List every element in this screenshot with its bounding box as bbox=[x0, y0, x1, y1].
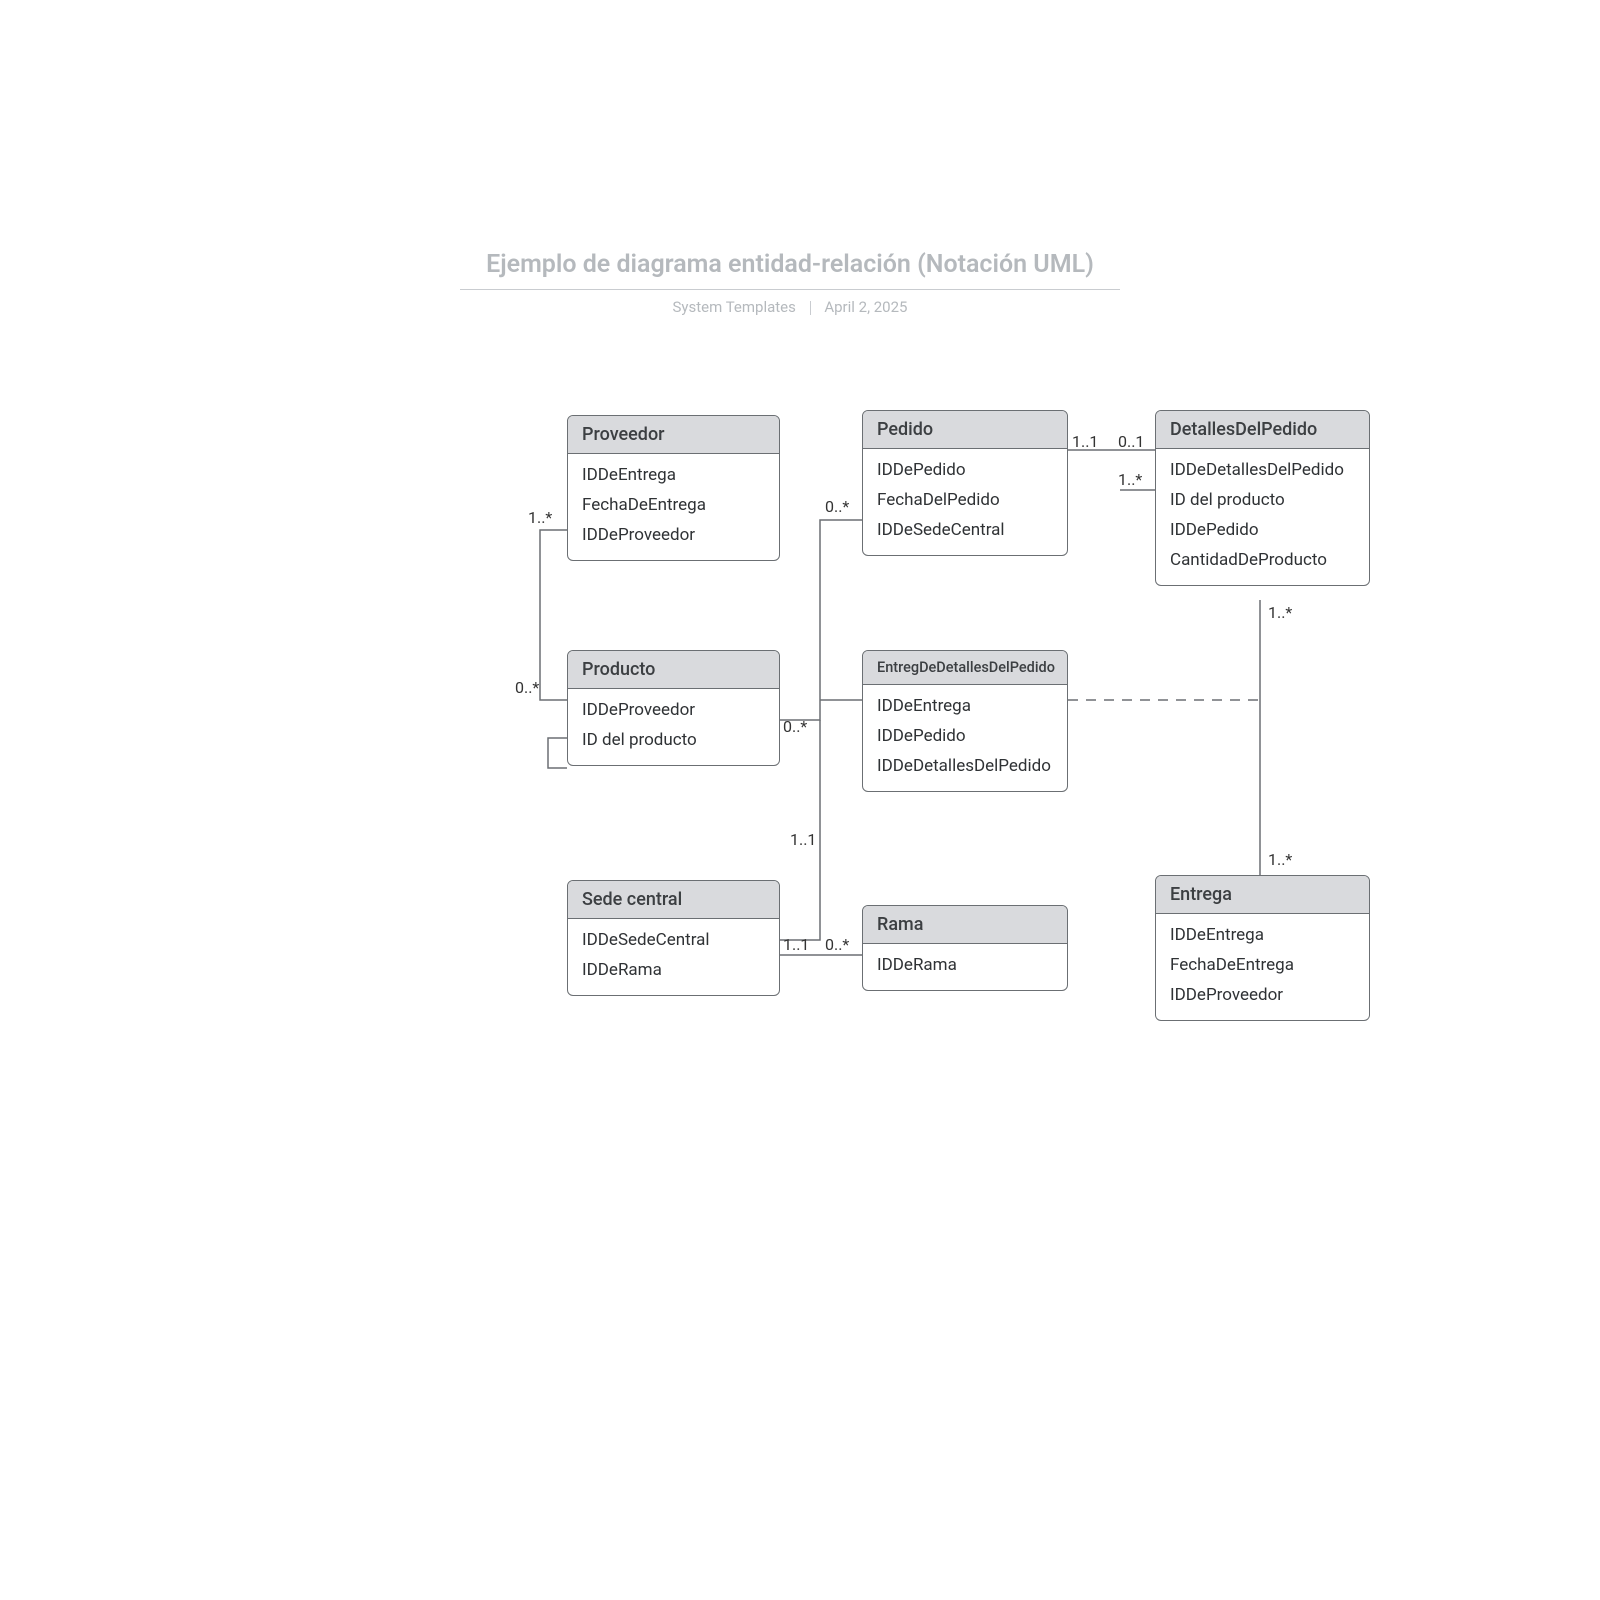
attr: IDDeRama bbox=[582, 955, 765, 985]
entity-sede: Sede central IDDeSedeCentral IDDeRama bbox=[567, 880, 780, 996]
mult-proveedor-left: 1..* bbox=[528, 508, 552, 527]
entity-producto: Producto IDDeProveedor ID del producto bbox=[567, 650, 780, 766]
mult-sede-top: 1..1 bbox=[790, 830, 816, 849]
mult-pedido-right: 1..1 bbox=[1072, 432, 1098, 451]
attr: IDDeEntrega bbox=[582, 460, 765, 490]
attr: IDDePedido bbox=[877, 721, 1053, 751]
entity-entrega: Entrega IDDeEntrega FechaDeEntrega IDDeP… bbox=[1155, 875, 1370, 1021]
attr: IDDeProveedor bbox=[582, 695, 765, 725]
subtitle-right: April 2, 2025 bbox=[824, 298, 907, 316]
diagram-subtitle: System Templates April 2, 2025 bbox=[460, 298, 1120, 316]
attr: IDDeSedeCentral bbox=[582, 925, 765, 955]
mult-pedido-left: 0..* bbox=[825, 497, 849, 516]
entity-pedido-name: Pedido bbox=[863, 411, 1067, 449]
mult-producto-left: 0..* bbox=[515, 678, 539, 697]
entity-producto-attrs: IDDeProveedor ID del producto bbox=[568, 689, 779, 765]
subtitle-separator bbox=[810, 301, 811, 315]
attr: FechaDelPedido bbox=[877, 485, 1053, 515]
entity-sede-name: Sede central bbox=[568, 881, 779, 919]
attr: IDDeDetallesDelPedido bbox=[1170, 455, 1355, 485]
title-rule bbox=[460, 289, 1120, 290]
mult-rama-left: 0..* bbox=[825, 935, 849, 954]
attr: CantidadDeProducto bbox=[1170, 545, 1355, 575]
entity-entrega-name: Entrega bbox=[1156, 876, 1369, 914]
entity-detalles-name: DetallesDelPedido bbox=[1156, 411, 1369, 449]
subtitle-left: System Templates bbox=[673, 298, 796, 316]
entity-proveedor-name: Proveedor bbox=[568, 416, 779, 454]
mult-entrega-top: 1..* bbox=[1268, 850, 1292, 869]
entity-detalles-attrs: IDDeDetallesDelPedido ID del producto ID… bbox=[1156, 449, 1369, 585]
entity-rama: Rama IDDeRama bbox=[862, 905, 1068, 991]
edge-producto-self bbox=[548, 738, 567, 768]
entity-entregadet-attrs: IDDeEntrega IDDePedido IDDeDetallesDelPe… bbox=[863, 685, 1067, 791]
connector-lines bbox=[0, 0, 1600, 1600]
attr: IDDeEntrega bbox=[1170, 920, 1355, 950]
entity-rama-name: Rama bbox=[863, 906, 1067, 944]
mult-producto-right: 0..* bbox=[783, 717, 807, 736]
edge-producto-pedido bbox=[780, 520, 862, 720]
diagram-canvas: Ejemplo de diagrama entidad-relación (No… bbox=[0, 0, 1600, 1600]
entity-producto-name: Producto bbox=[568, 651, 779, 689]
attr: FechaDeEntrega bbox=[1170, 950, 1355, 980]
entity-detalles: DetallesDelPedido IDDeDetallesDelPedido … bbox=[1155, 410, 1370, 586]
attr: ID del producto bbox=[582, 725, 765, 755]
mult-detalles-left: 0..1 bbox=[1118, 432, 1144, 451]
attr: IDDePedido bbox=[877, 455, 1053, 485]
mult-sede-right: 1..1 bbox=[783, 935, 809, 954]
attr: IDDeSedeCentral bbox=[877, 515, 1053, 545]
edge-proveedor-producto bbox=[540, 530, 567, 700]
entity-pedido: Pedido IDDePedido FechaDelPedido IDDeSed… bbox=[862, 410, 1068, 556]
entity-rama-attrs: IDDeRama bbox=[863, 944, 1067, 990]
entity-entregadet-name: EntregDeDetallesDelPedido bbox=[863, 651, 1067, 685]
entity-sede-attrs: IDDeSedeCentral IDDeRama bbox=[568, 919, 779, 995]
entity-entrega-attrs: IDDeEntrega FechaDeEntrega IDDeProveedor bbox=[1156, 914, 1369, 1020]
attr: IDDeProveedor bbox=[1170, 980, 1355, 1010]
mult-detalles-right-upper: 1..* bbox=[1268, 603, 1292, 622]
title-block: Ejemplo de diagrama entidad-relación (No… bbox=[460, 250, 1120, 316]
attr: IDDePedido bbox=[1170, 515, 1355, 545]
mult-detalles-below: 1..* bbox=[1118, 470, 1142, 489]
entity-proveedor: Proveedor IDDeEntrega FechaDeEntrega IDD… bbox=[567, 415, 780, 561]
entity-entregadet: EntregDeDetallesDelPedido IDDeEntrega ID… bbox=[862, 650, 1068, 792]
entity-proveedor-attrs: IDDeEntrega FechaDeEntrega IDDeProveedor bbox=[568, 454, 779, 560]
diagram-title: Ejemplo de diagrama entidad-relación (No… bbox=[460, 250, 1120, 285]
attr: ID del producto bbox=[1170, 485, 1355, 515]
attr: IDDeEntrega bbox=[877, 691, 1053, 721]
attr: FechaDeEntrega bbox=[582, 490, 765, 520]
entity-pedido-attrs: IDDePedido FechaDelPedido IDDeSedeCentra… bbox=[863, 449, 1067, 555]
attr: IDDeDetallesDelPedido bbox=[877, 751, 1053, 781]
attr: IDDeRama bbox=[877, 950, 1053, 980]
attr: IDDeProveedor bbox=[582, 520, 765, 550]
